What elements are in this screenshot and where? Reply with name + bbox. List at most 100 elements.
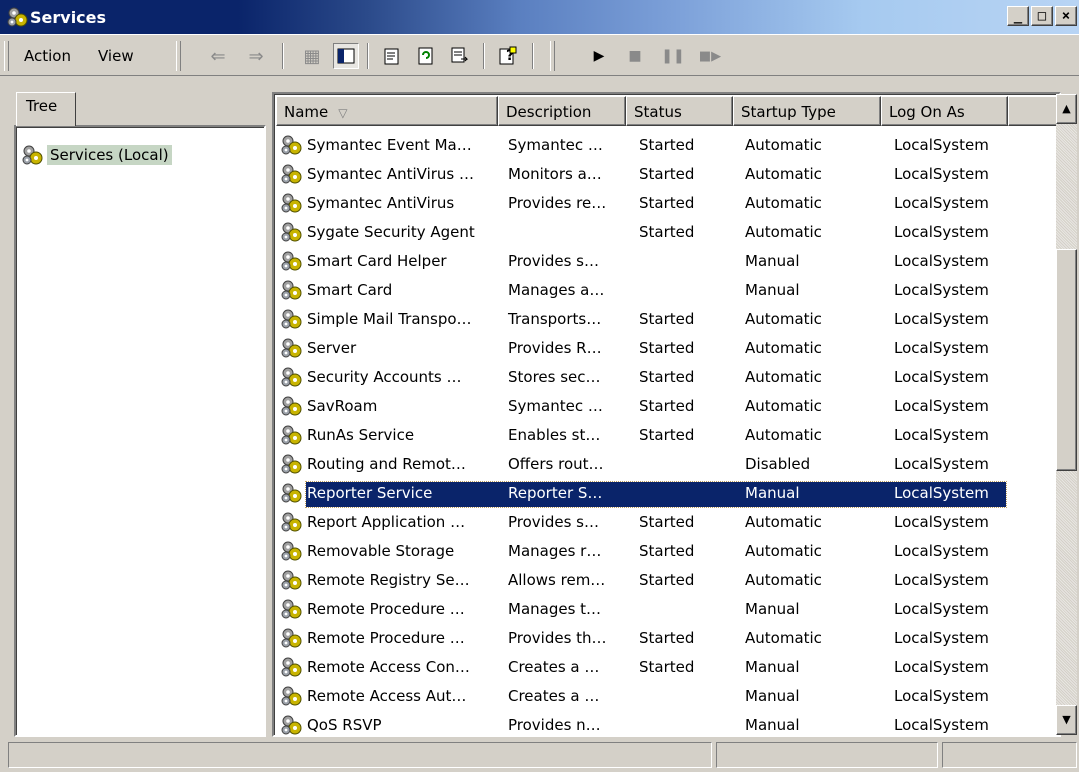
cell-startup-type: Disabled: [745, 455, 811, 473]
show-hide-tree-icon[interactable]: [333, 43, 359, 69]
table-row[interactable]: Remote Procedure … Provides th… Started Aut…: [276, 625, 1010, 654]
tree-node-services-local[interactable]: Services (Local): [20, 144, 172, 166]
toolbar-grip[interactable]: [4, 41, 9, 71]
table-row[interactable]: Symantec AntiVirus … Monitors a… Started Au…: [276, 161, 1010, 190]
column-header-filler: [1008, 96, 1059, 126]
service-gear-icon: [281, 512, 302, 532]
cell-startup-type: Automatic: [745, 223, 822, 241]
close-button[interactable]: ×: [1055, 6, 1077, 26]
cell-name: Reporter Service: [307, 484, 433, 502]
cell-log-on-as: LocalSystem: [894, 600, 989, 618]
help-icon[interactable]: ?: [495, 43, 521, 69]
forward-arrow-icon[interactable]: ⇒: [243, 43, 269, 69]
table-row[interactable]: Remote Access Aut… Creates a … Manual Local…: [276, 683, 1010, 712]
export-list-icon[interactable]: [447, 43, 473, 69]
table-row[interactable]: RunAs Service Enables st… Started Automatic…: [276, 422, 1010, 451]
status-bar: [0, 740, 1079, 772]
cell-startup-type: Automatic: [745, 165, 822, 183]
table-row[interactable]: QoS RSVP Provides n… Manual LocalSystem: [276, 712, 1010, 735]
table-row[interactable]: Smart Card Manages a… Manual LocalSystem: [276, 277, 1010, 306]
table-row[interactable]: Removable Storage Manages r… Started Automa…: [276, 538, 1010, 567]
table-row[interactable]: SavRoam Symantec … Started Automatic LocalSy…: [276, 393, 1010, 422]
cell-log-on-as: LocalSystem: [894, 484, 989, 502]
cell-name: QoS RSVP: [307, 716, 382, 734]
cell-startup-type: Automatic: [745, 629, 822, 647]
table-row[interactable]: Server Provides R… Started Automatic LocalSy…: [276, 335, 1010, 364]
pause-service-icon[interactable]: ❚❚: [660, 43, 686, 69]
cell-description: Manages r…: [508, 542, 602, 560]
cell-status: Started: [639, 136, 695, 154]
service-gear-icon: [281, 483, 302, 503]
scroll-down-arrow-icon[interactable]: ▼: [1056, 705, 1077, 735]
toolbar-grip-3[interactable]: [550, 41, 555, 71]
table-row[interactable]: Smart Card Helper Provides s… Manual LocalS…: [276, 248, 1010, 277]
cell-status: Started: [639, 165, 695, 183]
start-service-icon[interactable]: ▶: [586, 43, 612, 69]
column-header-description[interactable]: Description: [498, 96, 626, 126]
table-row[interactable]: Remote Access Con… Creates a … Started Manu…: [276, 654, 1010, 683]
cell-log-on-as: LocalSystem: [894, 136, 989, 154]
cell-description: Provides s…: [508, 513, 599, 531]
table-row[interactable]: Sygate Security Agent Started Automatic Loc…: [276, 219, 1010, 248]
refresh-icon[interactable]: [413, 43, 439, 69]
sort-descending-icon: ▽: [338, 106, 348, 120]
up-folder-icon[interactable]: ▦: [299, 43, 325, 69]
table-row[interactable]: Simple Mail Transpo… Transports… Started Au…: [276, 306, 1010, 335]
column-header-status[interactable]: Status: [626, 96, 733, 126]
cell-startup-type: Manual: [745, 658, 800, 676]
rows-container: Symantec Event Ma… Symantec … Started Autom…: [276, 132, 1010, 735]
table-row[interactable]: Report Application … Provides s… Started Au…: [276, 509, 1010, 538]
cell-log-on-as: LocalSystem: [894, 281, 989, 299]
maximize-button[interactable]: □: [1031, 6, 1053, 26]
cell-startup-type: Manual: [745, 687, 800, 705]
cell-status: Started: [639, 368, 695, 386]
cell-startup-type: Automatic: [745, 571, 822, 589]
cell-name: RunAs Service: [307, 426, 415, 444]
column-header-log-on-as[interactable]: Log On As: [881, 96, 1008, 126]
cell-log-on-as: LocalSystem: [894, 194, 989, 212]
cell-startup-type: Automatic: [745, 368, 822, 386]
back-arrow-icon[interactable]: ⇐: [205, 43, 231, 69]
table-row[interactable]: Remote Registry Se… Allows rem… Started Aut…: [276, 567, 1010, 596]
cell-log-on-as: LocalSystem: [894, 542, 989, 560]
services-app-icon: [7, 7, 28, 27]
cell-description: Provides re…: [508, 194, 607, 212]
column-header-name[interactable]: Name ▽: [276, 96, 498, 126]
toolbar: Action View ⇐ ⇒ ▦ ? ▶ ■ ❚❚ ■▶: [0, 34, 1079, 76]
cell-log-on-as: LocalSystem: [894, 455, 989, 473]
cell-status: Started: [639, 629, 695, 647]
service-gear-icon: [281, 193, 302, 213]
cell-description: Manages a…: [508, 281, 605, 299]
cell-name: Remote Procedure …: [307, 600, 465, 618]
table-row[interactable]: Symantec AntiVirus Provides re… Started Aut…: [276, 190, 1010, 219]
minimize-button[interactable]: _: [1007, 6, 1029, 26]
table-row[interactable]: Routing and Remot… Offers rout… Disabled Lo…: [276, 451, 1010, 480]
table-row[interactable]: Reporter Service Reporter S… Manual LocalSy…: [276, 480, 1010, 509]
toolbar-separator: [532, 43, 534, 69]
table-row[interactable]: Remote Procedure … Manages t… Manual LocalS…: [276, 596, 1010, 625]
cell-status: Started: [639, 426, 695, 444]
vertical-scrollbar[interactable]: ▲ ▼: [1056, 94, 1077, 735]
cell-status: Started: [639, 194, 695, 212]
menu-view[interactable]: View: [98, 47, 134, 65]
table-row[interactable]: Symantec Event Ma… Symantec … Started Autom…: [276, 132, 1010, 161]
cell-startup-type: Automatic: [745, 542, 822, 560]
scroll-thumb[interactable]: [1056, 249, 1077, 471]
table-row[interactable]: Security Accounts … Stores sec… Started Aut…: [276, 364, 1010, 393]
menu-action[interactable]: Action: [24, 47, 71, 65]
column-header-startup-type[interactable]: Startup Type: [733, 96, 881, 126]
cell-log-on-as: LocalSystem: [894, 629, 989, 647]
service-gear-icon: [281, 599, 302, 619]
scroll-up-arrow-icon[interactable]: ▲: [1056, 94, 1077, 124]
cell-status: Started: [639, 513, 695, 531]
toolbar-grip-2[interactable]: [176, 41, 181, 71]
cell-description: Creates a …: [508, 658, 600, 676]
restart-service-icon[interactable]: ■▶: [697, 43, 723, 69]
service-gear-icon: [281, 309, 302, 329]
cell-status: Started: [639, 310, 695, 328]
title-bar[interactable]: Services _ □ ×: [0, 0, 1079, 34]
tab-tree[interactable]: Tree: [16, 92, 76, 126]
properties-icon[interactable]: [379, 43, 405, 69]
service-gear-icon: [281, 251, 302, 271]
stop-service-icon[interactable]: ■: [622, 43, 648, 69]
